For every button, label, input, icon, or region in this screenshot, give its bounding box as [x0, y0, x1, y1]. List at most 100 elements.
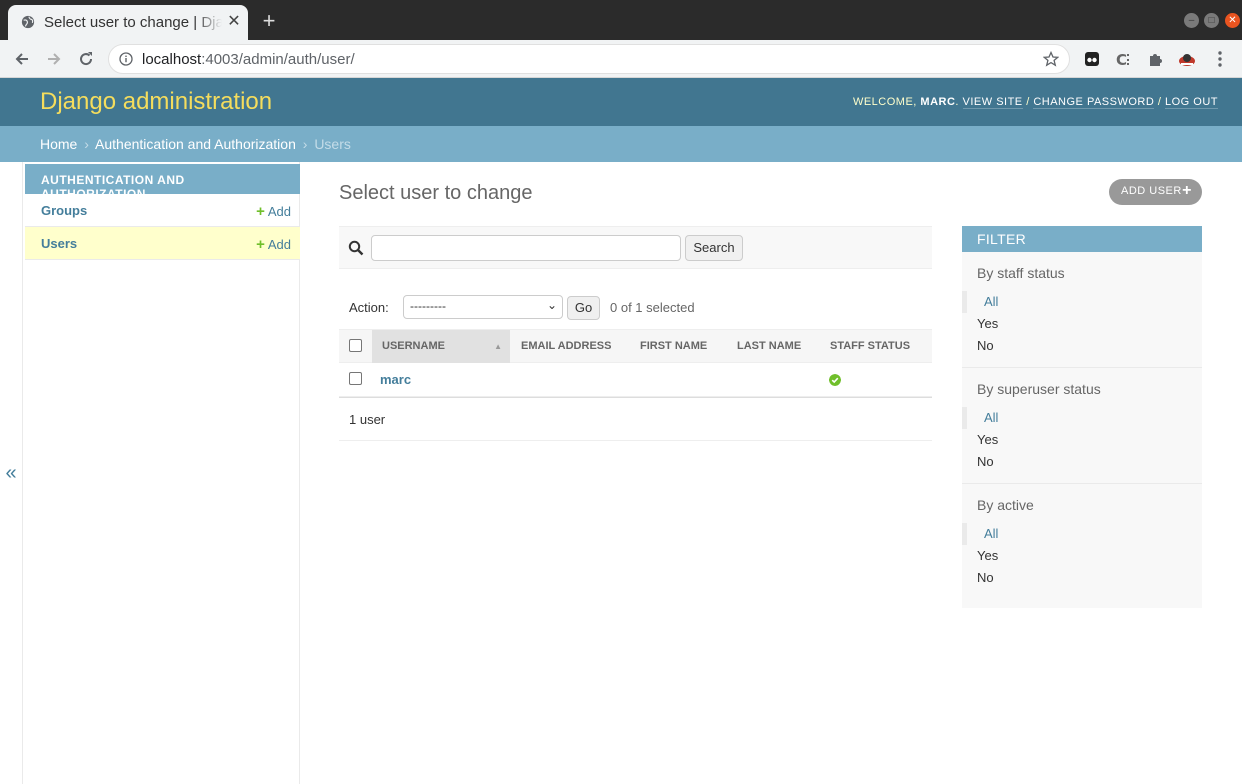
current-username: marc — [920, 96, 956, 108]
changelist-filter: Filter By staff status All Yes No By sup… — [962, 226, 1202, 608]
browser-tab[interactable]: Select user to change | Django site admi… — [8, 5, 248, 40]
breadcrumb: Home › Authentication and Authorization … — [0, 126, 1242, 162]
new-tab-icon[interactable]: + — [259, 10, 279, 32]
filter-group-active: By active All Yes No — [962, 484, 1202, 599]
window-close-button[interactable]: ✕ — [1225, 13, 1240, 28]
search-button[interactable]: Search — [685, 235, 743, 261]
action-selected-value: --------- — [410, 299, 446, 313]
user-tools: Welcome, marc. View site / Change passwo… — [852, 96, 1218, 109]
admin-header: Django administration Welcome, marc. Vie… — [0, 78, 1242, 126]
column-label: Username — [382, 340, 445, 352]
browser-menu-icon[interactable] — [1210, 49, 1230, 69]
breadcrumb-separator: › — [302, 136, 308, 152]
add-plus-icon: + — [256, 203, 265, 220]
filter-heading: By active — [977, 497, 1034, 513]
separator: / — [1154, 96, 1165, 108]
select-all-checkbox[interactable] — [349, 339, 362, 352]
app-module-auth: Authentication and Authorization Groups … — [25, 164, 300, 260]
column-header-first-name[interactable]: First name — [630, 330, 717, 363]
table-row: marc — [339, 363, 932, 397]
plus-icon: + — [1182, 182, 1192, 199]
action-counter: 0 of 1 selected — [610, 300, 695, 315]
column-header-username[interactable]: Username ▲ — [372, 330, 510, 363]
breadcrumb-current: Users — [314, 136, 351, 152]
filter-group-staff-status: By staff status All Yes No — [962, 252, 1202, 368]
filter-heading: By staff status — [977, 265, 1065, 281]
svg-text:C: C — [1116, 51, 1127, 69]
window-minimize-button[interactable]: – — [1184, 13, 1199, 28]
url-path: :4003/admin/auth/user/ — [201, 51, 355, 68]
action-select[interactable]: --------- ⌄ — [403, 295, 563, 319]
filter-choice-all[interactable]: All — [962, 523, 1202, 545]
check-yes-icon — [829, 374, 841, 386]
username-link[interactable]: marc — [380, 372, 411, 387]
sidebar-item-label[interactable]: Groups — [41, 203, 87, 218]
forward-arrow-icon[interactable] — [44, 49, 64, 69]
sort-ascending-icon[interactable]: ▲ — [494, 342, 502, 351]
breadcrumb-home[interactable]: Home — [40, 136, 77, 152]
search-toolbar: Search — [339, 226, 932, 269]
filter-choice-yes[interactable]: Yes — [962, 429, 1202, 451]
url-host: localhost — [142, 51, 202, 68]
add-label: Add — [267, 204, 291, 219]
puzzle-extensions-icon[interactable] — [1146, 49, 1166, 69]
filter-choice-all[interactable]: All — [962, 407, 1202, 429]
globe-icon — [21, 15, 35, 29]
filter-choice-no[interactable]: No — [962, 451, 1202, 473]
column-header-staff-status[interactable]: Staff status — [820, 330, 920, 363]
result-list-table: Username ▲ Email address First name Last… — [339, 329, 932, 441]
tab-title: Select user to change | Django site admi… — [44, 14, 222, 31]
change-password-link[interactable]: Change password — [1033, 96, 1155, 109]
actions-bar: Action: --------- ⌄ Go 0 of 1 selected — [339, 290, 932, 328]
browser-tab-bar: Select user to change | Django site admi… — [0, 0, 1242, 40]
filter-choice-no[interactable]: No — [962, 335, 1202, 357]
filter-choice-yes[interactable]: Yes — [962, 313, 1202, 335]
filter-choice-no[interactable]: No — [962, 567, 1202, 589]
column-header-last-name[interactable]: Last name — [727, 330, 811, 363]
column-header-email[interactable]: Email address — [511, 330, 621, 363]
add-user-button[interactable]: Add user + — [1109, 179, 1202, 205]
paginator: 1 user — [349, 412, 386, 427]
row-select-checkbox[interactable] — [349, 372, 362, 385]
sidebar-item-users: Users + Add — [25, 227, 300, 260]
add-group-link[interactable]: + Add — [256, 203, 291, 220]
search-input[interactable] — [371, 235, 681, 261]
add-user-link[interactable]: + Add — [256, 236, 291, 253]
paginator-bar: 1 user — [339, 397, 932, 441]
back-arrow-icon[interactable] — [12, 49, 32, 69]
toggle-nav-sidebar-button[interactable]: « — [0, 462, 22, 486]
welcome-text: Welcome, — [852, 96, 917, 108]
site-branding[interactable]: Django administration — [40, 88, 272, 116]
separator: / — [1022, 96, 1034, 108]
extension-tabs-icon[interactable] — [1082, 49, 1102, 69]
page-title: Select user to change — [339, 182, 533, 204]
sidebar-item-groups: Groups + Add — [25, 194, 300, 227]
filter-choice-yes[interactable]: Yes — [962, 545, 1202, 567]
extension-code-icon[interactable]: C — [1114, 49, 1134, 69]
reload-icon[interactable] — [76, 49, 96, 69]
sidebar-item-label[interactable]: Users — [41, 236, 77, 251]
breadcrumb-separator: › — [84, 136, 89, 152]
search-icon — [348, 240, 364, 256]
chevron-down-icon: ⌄ — [546, 298, 557, 312]
log-out-link[interactable]: Log out — [1164, 96, 1218, 109]
tab-close-icon[interactable]: ✕ — [226, 14, 242, 30]
filter-title: Filter — [962, 226, 1202, 252]
address-bar[interactable]: localhost:4003/admin/auth/user/ — [108, 44, 1070, 74]
browser-toolbar: localhost:4003/admin/auth/user/ C — [0, 40, 1242, 78]
action-label: Action: — [349, 300, 389, 315]
url-text: localhost:4003/admin/auth/user/ — [142, 51, 355, 68]
filter-group-superuser-status: By superuser status All Yes No — [962, 368, 1202, 484]
go-button[interactable]: Go — [567, 296, 600, 320]
bookmark-star-icon[interactable] — [1043, 51, 1059, 67]
view-site-link[interactable]: View site — [962, 96, 1023, 109]
table-header: Username ▲ Email address First name Last… — [339, 330, 932, 363]
window-maximize-button[interactable]: □ — [1204, 13, 1219, 28]
filter-choice-all[interactable]: All — [962, 291, 1202, 313]
add-user-label: Add user — [1121, 185, 1182, 197]
filter-heading: By superuser status — [977, 381, 1101, 397]
breadcrumb-app[interactable]: Authentication and Authorization — [95, 136, 296, 152]
app-caption[interactable]: Authentication and Authorization — [25, 164, 300, 201]
info-icon[interactable] — [119, 52, 133, 66]
profile-avatar-icon[interactable] — [1177, 49, 1197, 69]
